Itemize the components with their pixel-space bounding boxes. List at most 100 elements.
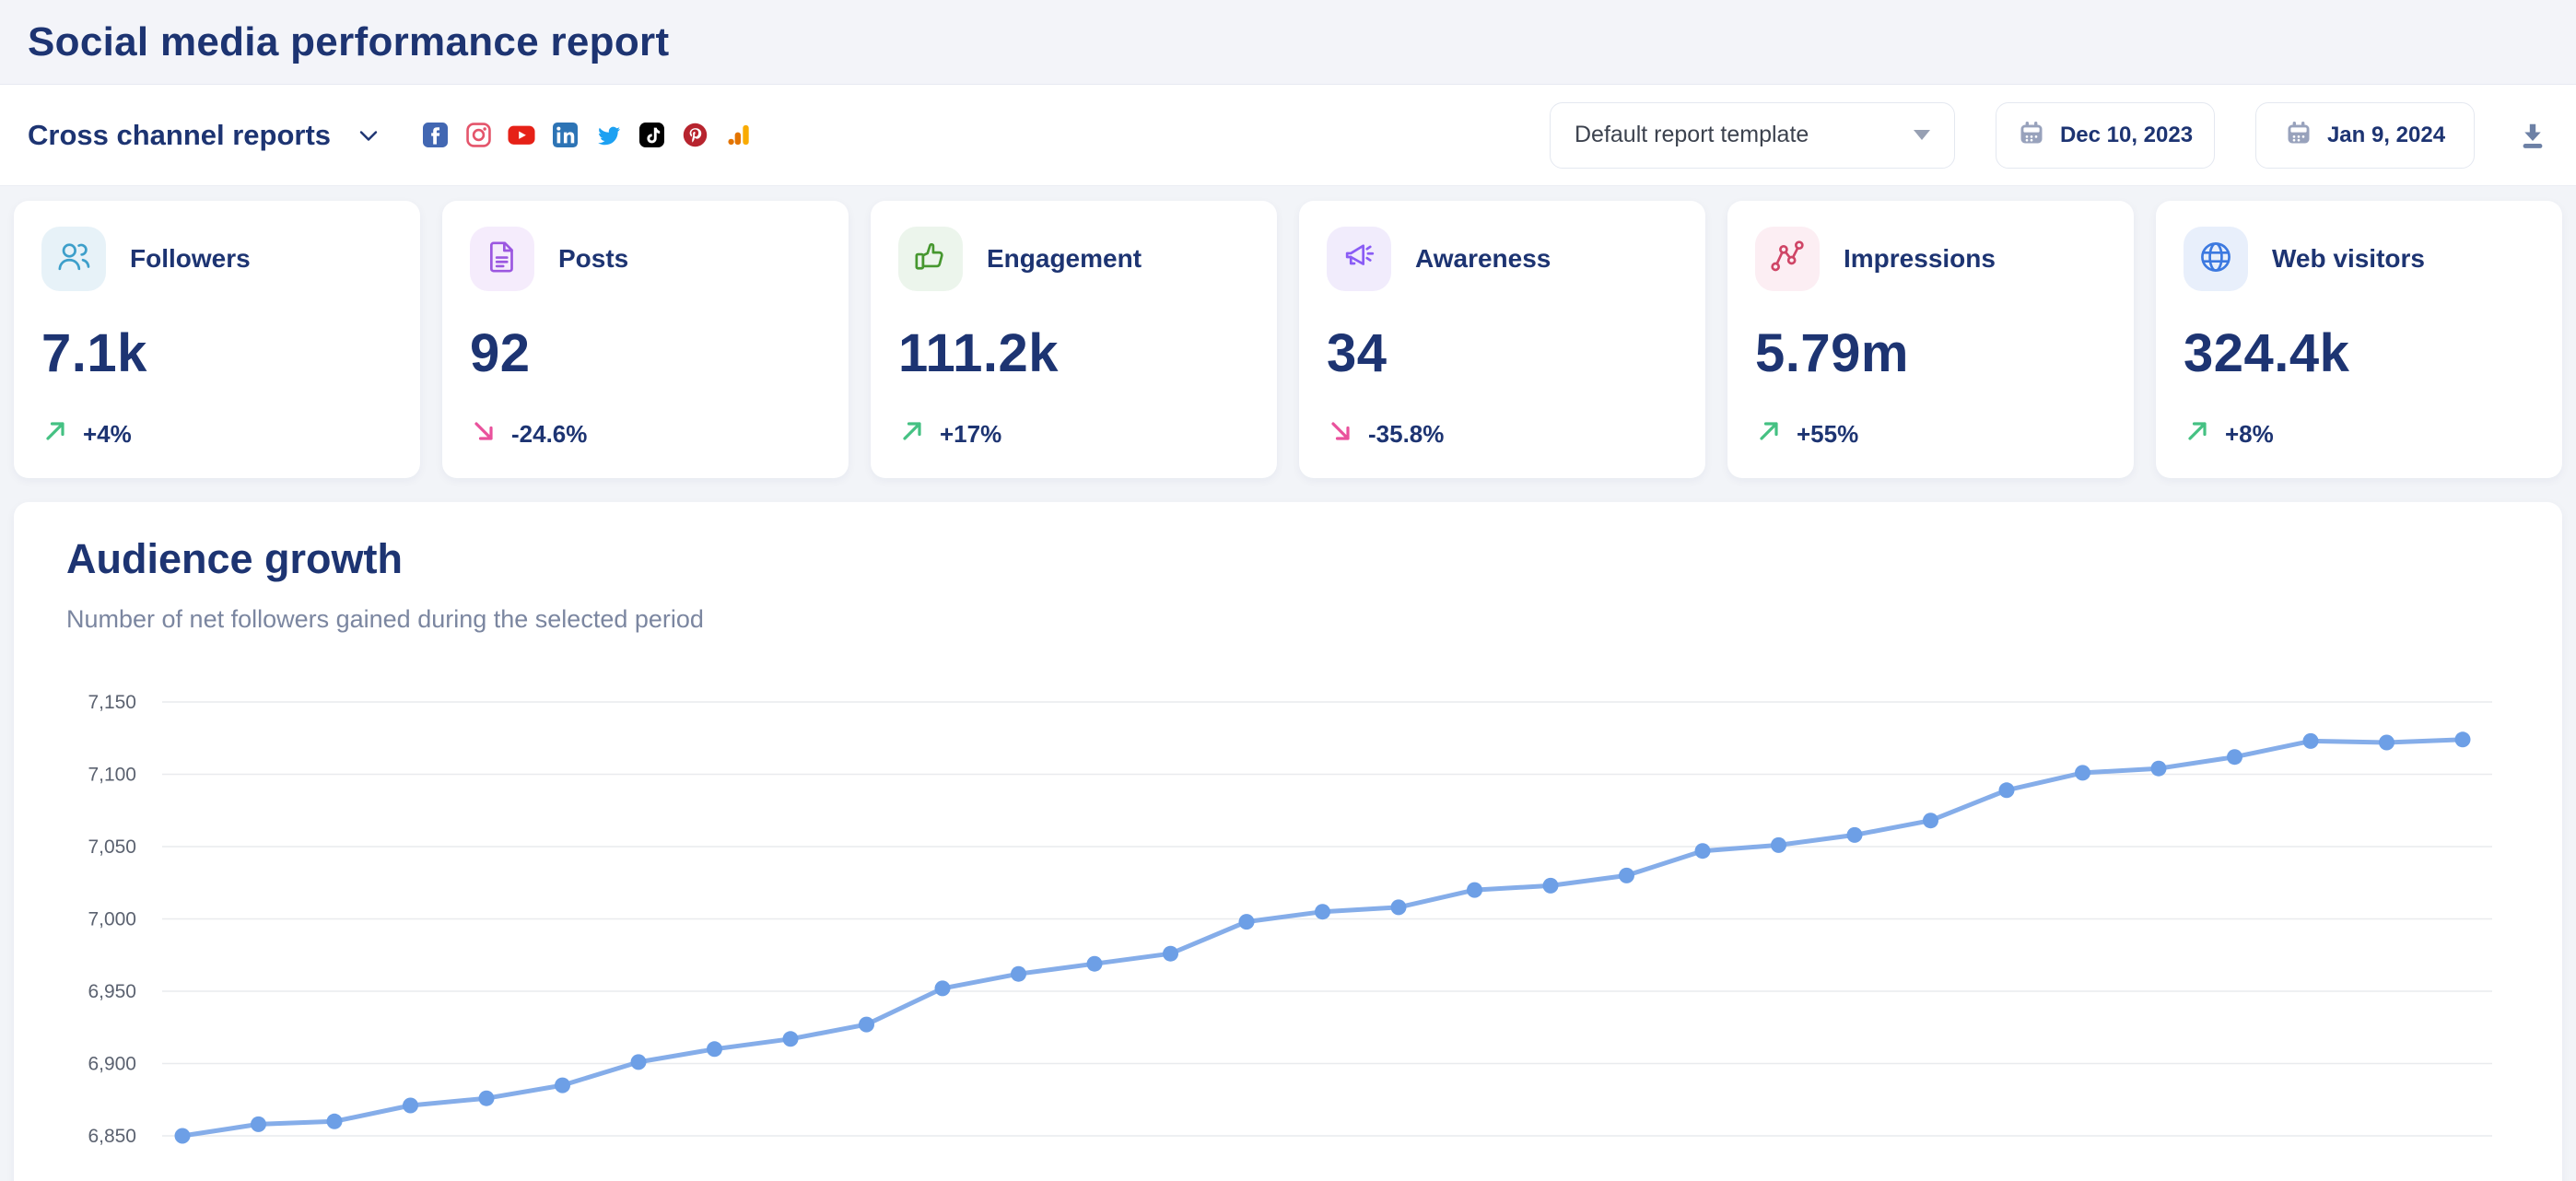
data-point xyxy=(1011,966,1026,982)
metric-delta: +4% xyxy=(83,420,132,449)
data-point xyxy=(859,1017,874,1033)
date-from-value: Dec 10, 2023 xyxy=(2060,123,2193,148)
metric-value: 92 xyxy=(470,322,821,384)
data-point xyxy=(251,1117,266,1132)
y-axis-tick: 7,000 xyxy=(88,909,136,930)
data-point xyxy=(1087,956,1103,972)
impressions-path-icon xyxy=(1768,238,1807,281)
awareness-megaphone-icon xyxy=(1340,238,1378,281)
data-point xyxy=(1315,904,1330,919)
tiktok-icon[interactable] xyxy=(638,122,665,149)
data-point xyxy=(555,1078,570,1093)
data-point xyxy=(1543,878,1559,894)
data-point xyxy=(1239,914,1255,930)
data-point xyxy=(1695,843,1711,859)
arrow-up-right-icon xyxy=(2184,417,2211,445)
metric-value: 111.2k xyxy=(898,322,1249,384)
y-axis-tick: 7,050 xyxy=(88,836,136,858)
metric-tile-followers xyxy=(41,227,106,291)
download-icon xyxy=(2517,120,2548,151)
metric-label: Impressions xyxy=(1844,244,1996,274)
audience-growth-chart: 7,1507,1007,0507,0006,9506,9006,850 xyxy=(14,677,2562,1181)
metric-card-posts: Posts 92 -24.6% xyxy=(442,201,849,478)
report-selector[interactable]: Cross channel reports xyxy=(28,119,331,152)
chevron-down-icon[interactable] xyxy=(357,123,381,147)
toolbar: Cross channel reports Default report tem… xyxy=(0,85,2576,186)
audience-growth-panel: Audience growth Number of net followers … xyxy=(14,502,2562,1181)
metric-value: 5.79m xyxy=(1755,322,2106,384)
metric-tile-web-visitors xyxy=(2184,227,2248,291)
metric-label: Engagement xyxy=(987,244,1142,274)
metric-value: 7.1k xyxy=(41,322,392,384)
data-point xyxy=(2227,749,2242,765)
instagram-icon[interactable] xyxy=(464,122,492,149)
data-point xyxy=(783,1031,799,1047)
data-point xyxy=(403,1098,418,1114)
data-point xyxy=(631,1054,647,1070)
metric-tile-posts xyxy=(470,227,534,291)
data-point xyxy=(1847,827,1863,843)
metric-tile-awareness xyxy=(1327,227,1391,291)
date-from-picker[interactable]: Dec 10, 2023 xyxy=(1996,102,2215,169)
data-point xyxy=(1999,782,2015,798)
data-point xyxy=(1923,813,1938,828)
metric-label: Web visitors xyxy=(2272,244,2425,274)
y-axis-tick: 6,850 xyxy=(88,1126,136,1147)
data-point xyxy=(707,1041,722,1057)
chart-subtitle: Number of net followers gained during th… xyxy=(66,605,704,634)
page-header: Social media performance report xyxy=(0,0,2576,85)
metric-delta: +17% xyxy=(940,420,1001,449)
audience-growth-line xyxy=(182,740,2463,1136)
pinterest-icon[interactable] xyxy=(681,122,708,149)
y-axis-tick: 6,950 xyxy=(88,981,136,1002)
toolbar-right: Default report template Dec 10, 2023 xyxy=(1550,102,2548,169)
posts-document-icon xyxy=(483,238,521,281)
linkedin-icon[interactable] xyxy=(551,122,579,149)
metric-label: Followers xyxy=(130,244,251,274)
metric-card-web-visitors: Web visitors 324.4k +8% xyxy=(2156,201,2562,478)
metric-card-engagement: Engagement 111.2k +17% xyxy=(871,201,1277,478)
download-button[interactable] xyxy=(2517,120,2548,151)
metric-tile-impressions xyxy=(1755,227,1820,291)
arrow-up-right-icon xyxy=(41,417,69,445)
data-point xyxy=(1391,899,1407,915)
arrow-down-right-icon xyxy=(1327,417,1354,445)
data-point xyxy=(327,1114,343,1129)
metric-value: 324.4k xyxy=(2184,322,2535,384)
arrow-up-right-icon xyxy=(1755,417,1783,451)
y-axis-tick: 6,900 xyxy=(88,1054,136,1075)
calendar-icon xyxy=(2285,119,2313,151)
page-title: Social media performance report xyxy=(28,19,669,65)
twitter-icon[interactable] xyxy=(594,122,622,149)
youtube-icon[interactable] xyxy=(508,122,535,149)
data-point xyxy=(175,1128,191,1144)
data-point xyxy=(2075,765,2090,780)
caret-down-icon xyxy=(1914,130,1930,140)
data-point xyxy=(1619,868,1634,883)
template-select-value: Default report template xyxy=(1575,122,1809,148)
data-point xyxy=(1163,946,1178,962)
data-point xyxy=(1467,883,1482,898)
calendar-icon xyxy=(2018,119,2045,151)
google-analytics-icon[interactable] xyxy=(724,122,752,149)
template-select[interactable]: Default report template xyxy=(1550,102,1955,169)
chart-title: Audience growth xyxy=(66,535,403,583)
facebook-icon[interactable] xyxy=(421,122,449,149)
arrow-down-right-icon xyxy=(1327,417,1354,451)
data-point xyxy=(2151,761,2167,777)
metric-card-followers: Followers 7.1k +4% xyxy=(14,201,420,478)
metric-value: 34 xyxy=(1327,322,1678,384)
metric-cards-row: Followers 7.1k +4% Posts 92 -24.6% Engag… xyxy=(0,186,2576,478)
arrow-down-right-icon xyxy=(470,417,498,451)
metric-delta: -35.8% xyxy=(1368,420,1444,449)
metric-label: Posts xyxy=(558,244,628,274)
metric-tile-engagement xyxy=(898,227,963,291)
metric-delta: +8% xyxy=(2225,420,2274,449)
channel-icons xyxy=(421,122,752,149)
data-point xyxy=(479,1091,495,1106)
metric-card-awareness: Awareness 34 -35.8% xyxy=(1299,201,1705,478)
arrow-up-right-icon xyxy=(41,417,69,451)
date-to-picker[interactable]: Jan 9, 2024 xyxy=(2255,102,2475,169)
followers-people-icon xyxy=(54,238,93,281)
arrow-up-right-icon xyxy=(2184,417,2211,451)
